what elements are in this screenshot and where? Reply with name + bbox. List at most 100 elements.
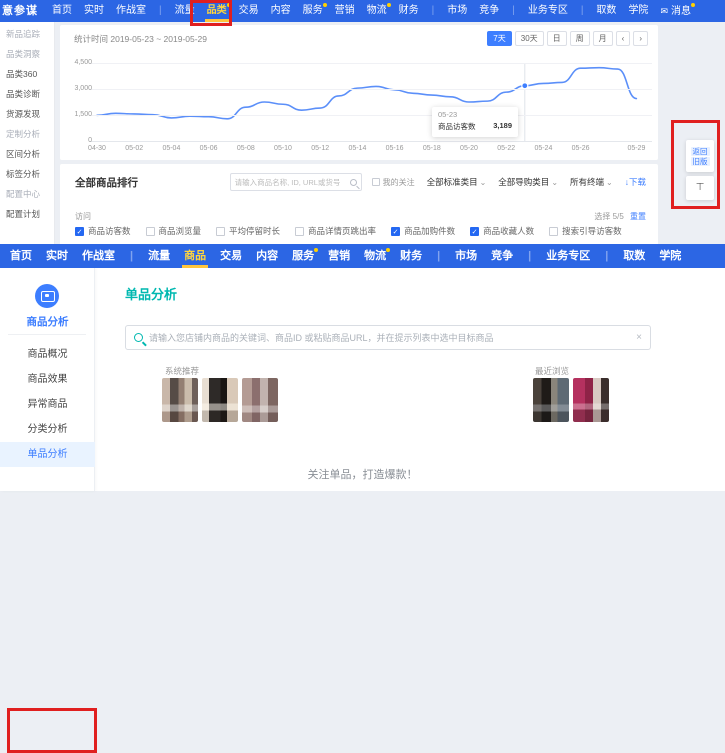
nav-item[interactable]: 物流 [367,0,387,22]
chart-header: 统计时间 2019-05-23 ~ 2019-05-29 7天30天日周月‹› [60,25,658,46]
nav-item[interactable]: 取数 [596,0,616,22]
filter-dropdown[interactable]: 所有终端⌄ [570,176,613,188]
nav-item[interactable]: 竞争 [491,244,513,268]
nav-item[interactable]: 流量 [175,0,195,22]
nav-item[interactable]: 服务 [303,0,323,22]
sidebar-item[interactable]: 品类诊断 [0,84,54,104]
filter-label: 全部导购类目 [498,177,549,187]
nav-item[interactable]: 流量 [148,244,170,268]
category-main: 统计时间 2019-05-23 ~ 2019-05-29 7天30天日周月‹› … [55,22,725,244]
product-thumbnail[interactable] [533,378,569,422]
product-search-box[interactable]: × [125,325,651,350]
sidebar-item[interactable]: 分类分析 [0,417,95,442]
filter-dropdown[interactable]: 全部导购类目⌄ [498,176,558,188]
sidebar-item[interactable]: 标签分析 [0,164,54,184]
nav-item[interactable]: 交易 [239,0,259,22]
period-button[interactable]: 30天 [515,31,544,46]
nav-item[interactable]: 取数 [623,244,645,268]
period-button[interactable]: 周 [570,31,590,46]
metric-checkbox[interactable]: 商品浏览量 [146,225,202,237]
nav-item[interactable]: 财务 [400,244,422,268]
metric-checkbox[interactable]: 平均停留时长 [216,225,280,237]
metric-checkbox[interactable]: 商品访客数 [75,225,131,237]
ranking-search-input[interactable] [235,178,350,187]
nav-item[interactable]: 实时 [84,0,104,22]
sidebar-item[interactable]: 单品分析 [0,442,95,467]
x-axis-label: 05-12 [305,145,335,152]
period-button[interactable]: 7天 [487,31,511,46]
nav-item[interactable]: 业务专区 [546,244,590,268]
sidebar-item[interactable]: 商品效果 [0,367,95,392]
product-thumbnail[interactable] [242,378,278,422]
chevron-down-icon: ⌄ [551,178,558,187]
nav-item[interactable]: 财务 [399,0,419,22]
nav-item[interactable]: 商品 [184,244,206,268]
metric-group-label: 访问 [75,211,91,222]
product-search-input[interactable] [149,333,630,343]
sidebar-item[interactable]: 定制分析 [0,124,54,144]
metric-checkbox[interactable]: 商品加购件数 [391,225,455,237]
period-button[interactable]: ‹ [616,31,631,46]
return-old-version-widget[interactable]: 返回 旧版 [686,140,714,172]
period-button[interactable]: 日 [547,31,567,46]
nav-item[interactable]: 作战室 [82,244,115,268]
x-axis-label: 05-24 [528,145,558,152]
sidebar-item[interactable]: 配置中心 [0,184,54,204]
nav-item[interactable]: 首页 [52,0,72,22]
metric-checkbox[interactable]: 商品详情页跳出率 [295,225,376,237]
footer-slogan: 关注单品，打造爆款！ [95,466,630,482]
product-thumbnail[interactable] [573,378,609,422]
nav-item[interactable]: 市场 [447,0,467,22]
sidebar-item[interactable]: 配置计划 [0,204,54,224]
nav-item[interactable]: 竞争 [479,0,499,22]
nav-item[interactable]: 学院 [659,244,681,268]
nav-item[interactable]: 作战室 [116,0,146,22]
app-logo[interactable]: 意参谋 [0,0,52,22]
search-icon[interactable] [350,179,357,186]
nav-item[interactable]: 物流 [364,244,386,268]
nav-item[interactable]: 学院 [628,0,648,22]
trend-svg [70,55,656,155]
tooltip-value: 3,189 [493,121,512,132]
nav-item[interactable]: 消息 [660,0,691,22]
ranking-search-box[interactable] [230,173,362,191]
sidebar-item[interactable]: 品类洞察 [0,44,54,64]
nav-item: | [159,0,162,22]
period-button[interactable]: 月 [593,31,613,46]
my-follow-checkbox[interactable]: 我的关注 [372,177,415,188]
nav-item[interactable]: 内容 [271,0,291,22]
clear-icon[interactable]: × [636,332,642,343]
nav-item[interactable]: 首页 [10,244,32,268]
sidebar-item[interactable]: 区间分析 [0,144,54,164]
nav-item[interactable]: 实时 [46,244,68,268]
back-to-top-button[interactable]: ⊤ [686,176,714,200]
product-thumbnail[interactable] [162,378,198,422]
search-icon [134,333,143,342]
nav-item[interactable]: 交易 [220,244,242,268]
nav-item[interactable]: 营销 [328,244,350,268]
sidebar-item[interactable]: 异常商品 [0,392,95,417]
reset-button[interactable]: 重置 [630,212,646,221]
sidebar-item[interactable]: 商品概况 [0,342,95,367]
sidebar-item[interactable]: 新品追踪 [0,24,54,44]
nav-item[interactable]: 业务专区 [528,0,568,22]
download-button[interactable]: ↓下载 [625,176,646,188]
x-axis-label: 05-14 [342,145,372,152]
product-thumbnail[interactable] [202,378,238,422]
metric-checkbox[interactable]: 商品收藏人数 [470,225,534,237]
period-button[interactable]: › [633,31,648,46]
sidebar-item[interactable]: 品类360 [0,64,54,84]
nav-item[interactable]: 服务 [292,244,314,268]
nav-item[interactable]: 内容 [256,244,278,268]
x-axis-label: 05-02 [119,145,149,152]
nav-item[interactable]: 市场 [455,244,477,268]
visitor-trend-chart[interactable]: 05-23 商品访客数 3,189 01,5003,0004,50004-300… [70,55,656,155]
nav-item[interactable]: 品类 [207,0,227,22]
x-axis-label: 05-16 [380,145,410,152]
filter-dropdown[interactable]: 全部标准类目⌄ [427,176,487,188]
metric-checkbox[interactable]: 搜索引导访客数 [549,225,622,237]
nav-item[interactable]: 营销 [335,0,355,22]
y-axis-label: 1,500 [70,111,92,118]
category-sidebar: 新品追踪品类洞察品类360品类诊断货源发现定制分析区间分析标签分析配置中心配置计… [0,22,55,244]
sidebar-item[interactable]: 货源发现 [0,104,54,124]
